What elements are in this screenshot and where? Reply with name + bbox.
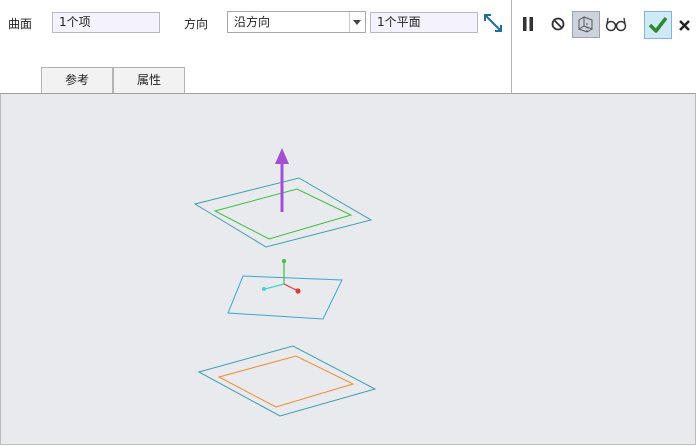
- model-geometry: [193, 148, 377, 417]
- triad-z-axis: [264, 283, 285, 290]
- chevron-down-icon[interactable]: [349, 12, 365, 32]
- cancel-button[interactable]: [677, 16, 693, 34]
- triad-y-point: [282, 259, 286, 263]
- reference-plane[interactable]: [227, 275, 343, 320]
- no-preview-icon[interactable]: [548, 14, 568, 34]
- surface-label: 曲面: [8, 17, 33, 31]
- direction-label: 方向: [184, 17, 209, 31]
- toolbar-separator: [511, 0, 512, 93]
- triad-z-point: [262, 287, 266, 291]
- direction-select-value: 沿方向: [234, 15, 271, 29]
- close-icon: [679, 20, 690, 31]
- direction-reference-collector[interactable]: 1个平面: [370, 12, 478, 33]
- tab-properties[interactable]: 属性: [113, 67, 185, 93]
- bottom-surface-boundary: [217, 355, 355, 408]
- feature-dashboard: 曲面 1个项 方向 沿方向 1个平面 参考 属性: [0, 0, 696, 94]
- direction-arrow-icon[interactable]: [275, 148, 289, 164]
- flip-direction-icon[interactable]: [481, 11, 505, 35]
- ok-button[interactable]: [644, 11, 672, 39]
- graphics-viewport[interactable]: [0, 94, 696, 445]
- direction-select[interactable]: 沿方向: [227, 11, 366, 33]
- geometry-preview-icon[interactable]: [572, 11, 600, 38]
- checkmark-icon: [648, 16, 668, 33]
- pause-icon[interactable]: [518, 13, 538, 35]
- surface-collector[interactable]: 1个项: [52, 12, 160, 33]
- bottom-plane-outline: [197, 345, 377, 417]
- tab-references[interactable]: 参考: [41, 67, 113, 93]
- verify-glasses-icon[interactable]: [603, 13, 629, 35]
- triad-x-point: [295, 288, 301, 294]
